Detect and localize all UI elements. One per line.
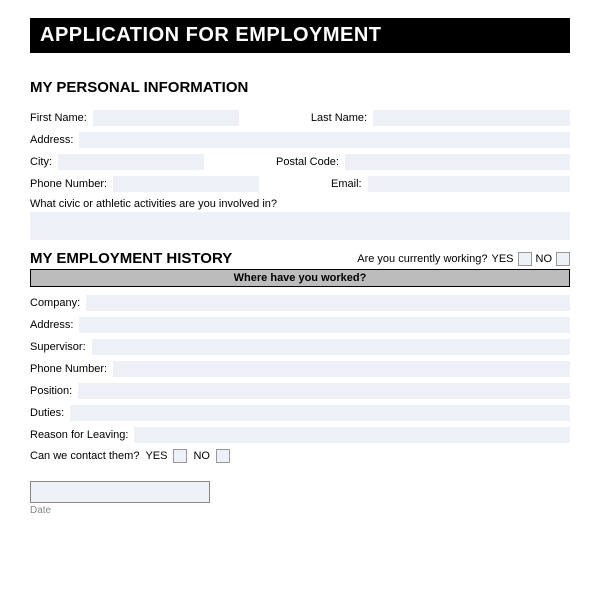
date-label: Date: [30, 505, 570, 516]
contact-no-checkbox[interactable]: [216, 449, 230, 463]
history-phone-field[interactable]: [113, 361, 570, 377]
page-title: APPLICATION FOR EMPLOYMENT: [30, 18, 570, 53]
phone-field[interactable]: [113, 176, 259, 192]
section-heading-personal: MY PERSONAL INFORMATION: [30, 79, 570, 96]
postal-label: Postal Code:: [276, 156, 339, 168]
city-field[interactable]: [58, 154, 204, 170]
contact-no-label: NO: [193, 450, 210, 462]
address-field[interactable]: [79, 132, 570, 148]
reason-label: Reason for Leaving:: [30, 429, 128, 441]
history-address-field[interactable]: [79, 317, 570, 333]
last-name-label: Last Name:: [311, 112, 367, 124]
position-field[interactable]: [78, 383, 570, 399]
contact-label: Can we contact them?: [30, 450, 139, 462]
last-name-field[interactable]: [373, 110, 570, 126]
email-field[interactable]: [368, 176, 570, 192]
company-field[interactable]: [86, 295, 570, 311]
history-subheader: Where have you worked?: [30, 269, 570, 287]
duties-field[interactable]: [70, 405, 570, 421]
email-label: Email:: [331, 178, 362, 190]
currently-working-no-checkbox[interactable]: [556, 252, 570, 266]
duties-label: Duties:: [30, 407, 64, 419]
reason-field[interactable]: [134, 427, 570, 443]
section-heading-history: MY EMPLOYMENT HISTORY: [30, 250, 232, 267]
address-label: Address:: [30, 134, 73, 146]
activities-label: What civic or athletic activities are yo…: [30, 198, 277, 210]
position-label: Position:: [30, 385, 72, 397]
currently-working-label: Are you currently working?: [357, 253, 487, 265]
supervisor-field[interactable]: [92, 339, 570, 355]
city-label: City:: [30, 156, 52, 168]
company-label: Company:: [30, 297, 80, 309]
currently-working-yes-label: YES: [491, 253, 513, 265]
history-address-label: Address:: [30, 319, 73, 331]
currently-working-yes-checkbox[interactable]: [518, 252, 532, 266]
first-name-label: First Name:: [30, 112, 87, 124]
supervisor-label: Supervisor:: [30, 341, 86, 353]
contact-yes-checkbox[interactable]: [173, 449, 187, 463]
date-field[interactable]: [30, 481, 210, 503]
history-phone-label: Phone Number:: [30, 363, 107, 375]
first-name-field[interactable]: [93, 110, 239, 126]
activities-field[interactable]: [30, 212, 570, 240]
currently-working-no-label: NO: [536, 253, 553, 265]
postal-field[interactable]: [345, 154, 570, 170]
phone-label: Phone Number:: [30, 178, 107, 190]
contact-yes-label: YES: [145, 450, 167, 462]
